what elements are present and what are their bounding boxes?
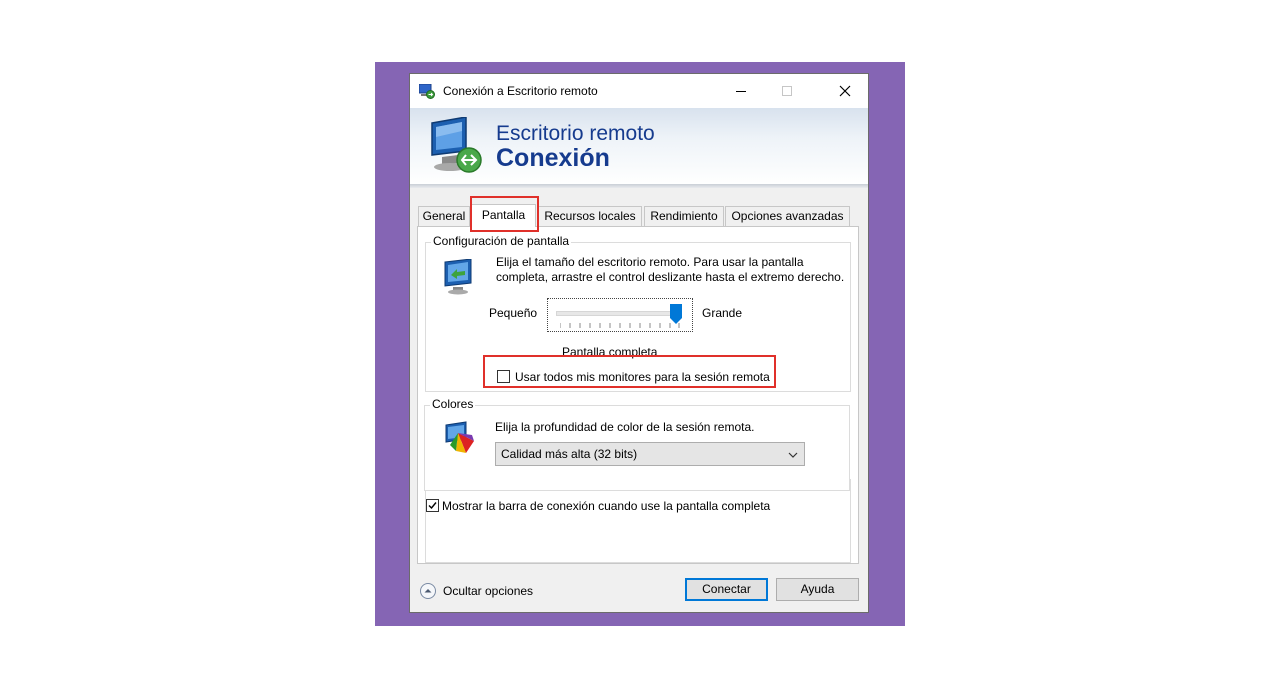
color-depth-select[interactable]: Calidad más alta (32 bits) bbox=[495, 442, 805, 466]
slider-min-label: Pequeño bbox=[489, 306, 538, 320]
display-description-line2: completa, arrastre el control deslizante… bbox=[496, 270, 845, 284]
connection-bar-label[interactable]: Mostrar la barra de conexión cuando use … bbox=[442, 499, 770, 513]
maximize-button[interactable] bbox=[764, 74, 810, 108]
banner-divider bbox=[410, 184, 868, 188]
app-icon bbox=[419, 84, 435, 99]
colors-settings-group: Colores Elija la profundidad de color de… bbox=[424, 397, 850, 491]
colors-description: Elija la profundidad de color de la sesi… bbox=[495, 420, 755, 434]
banner-title-line1: Escritorio remoto bbox=[496, 122, 655, 145]
slider-max-label: Grande bbox=[702, 306, 743, 320]
chevron-down-icon bbox=[788, 452, 798, 458]
tab-rendimiento[interactable]: Rendimiento bbox=[644, 206, 724, 226]
slider-track bbox=[556, 311, 676, 316]
display-settings-label: Configuración de pantalla bbox=[431, 234, 572, 248]
color-depth-value: Calidad más alta (32 bits) bbox=[501, 447, 638, 461]
color-palette-icon bbox=[445, 421, 474, 453]
close-icon bbox=[839, 85, 851, 97]
window-title: Conexión a Escritorio remoto bbox=[443, 84, 598, 98]
hide-options-button[interactable] bbox=[419, 582, 437, 600]
tab-highlight-box bbox=[470, 196, 539, 232]
tab-general[interactable]: General bbox=[418, 206, 470, 226]
tab-recursos-locales[interactable]: Recursos locales bbox=[538, 206, 642, 226]
display-size-slider[interactable] bbox=[547, 298, 693, 332]
colors-group: Colores bbox=[425, 471, 851, 563]
title-bar[interactable]: Conexión a Escritorio remoto bbox=[410, 74, 868, 108]
minimize-icon bbox=[736, 91, 746, 92]
banner-title-line2: Conexión bbox=[496, 144, 610, 172]
connection-bar-checkbox[interactable] bbox=[426, 499, 439, 512]
help-button[interactable]: Ayuda bbox=[776, 578, 859, 601]
display-icon bbox=[444, 259, 472, 295]
checkmark-icon bbox=[428, 502, 437, 510]
connect-button[interactable]: Conectar bbox=[685, 578, 768, 601]
chevron-up-circle-icon bbox=[420, 583, 436, 599]
slider-thumb[interactable] bbox=[670, 304, 682, 324]
remote-desktop-window: Conexión a Escritorio remoto Escritorio … bbox=[409, 73, 869, 613]
minimize-button[interactable] bbox=[718, 74, 764, 108]
colors-settings-label: Colores bbox=[430, 397, 476, 411]
tab-panel-pantalla: Configuración de pantalla Elija el tamañ… bbox=[417, 226, 859, 564]
display-description-line1: Elija el tamaño del escritorio remoto. P… bbox=[496, 255, 804, 269]
hide-options-label[interactable]: Ocultar opciones bbox=[443, 584, 533, 598]
tab-opciones-avanzadas[interactable]: Opciones avanzadas bbox=[725, 206, 850, 226]
monitors-highlight-box bbox=[483, 355, 776, 388]
slider-ticks bbox=[560, 323, 680, 328]
remote-desktop-icon bbox=[431, 117, 482, 173]
maximize-icon bbox=[782, 86, 792, 96]
close-button[interactable] bbox=[822, 74, 868, 108]
